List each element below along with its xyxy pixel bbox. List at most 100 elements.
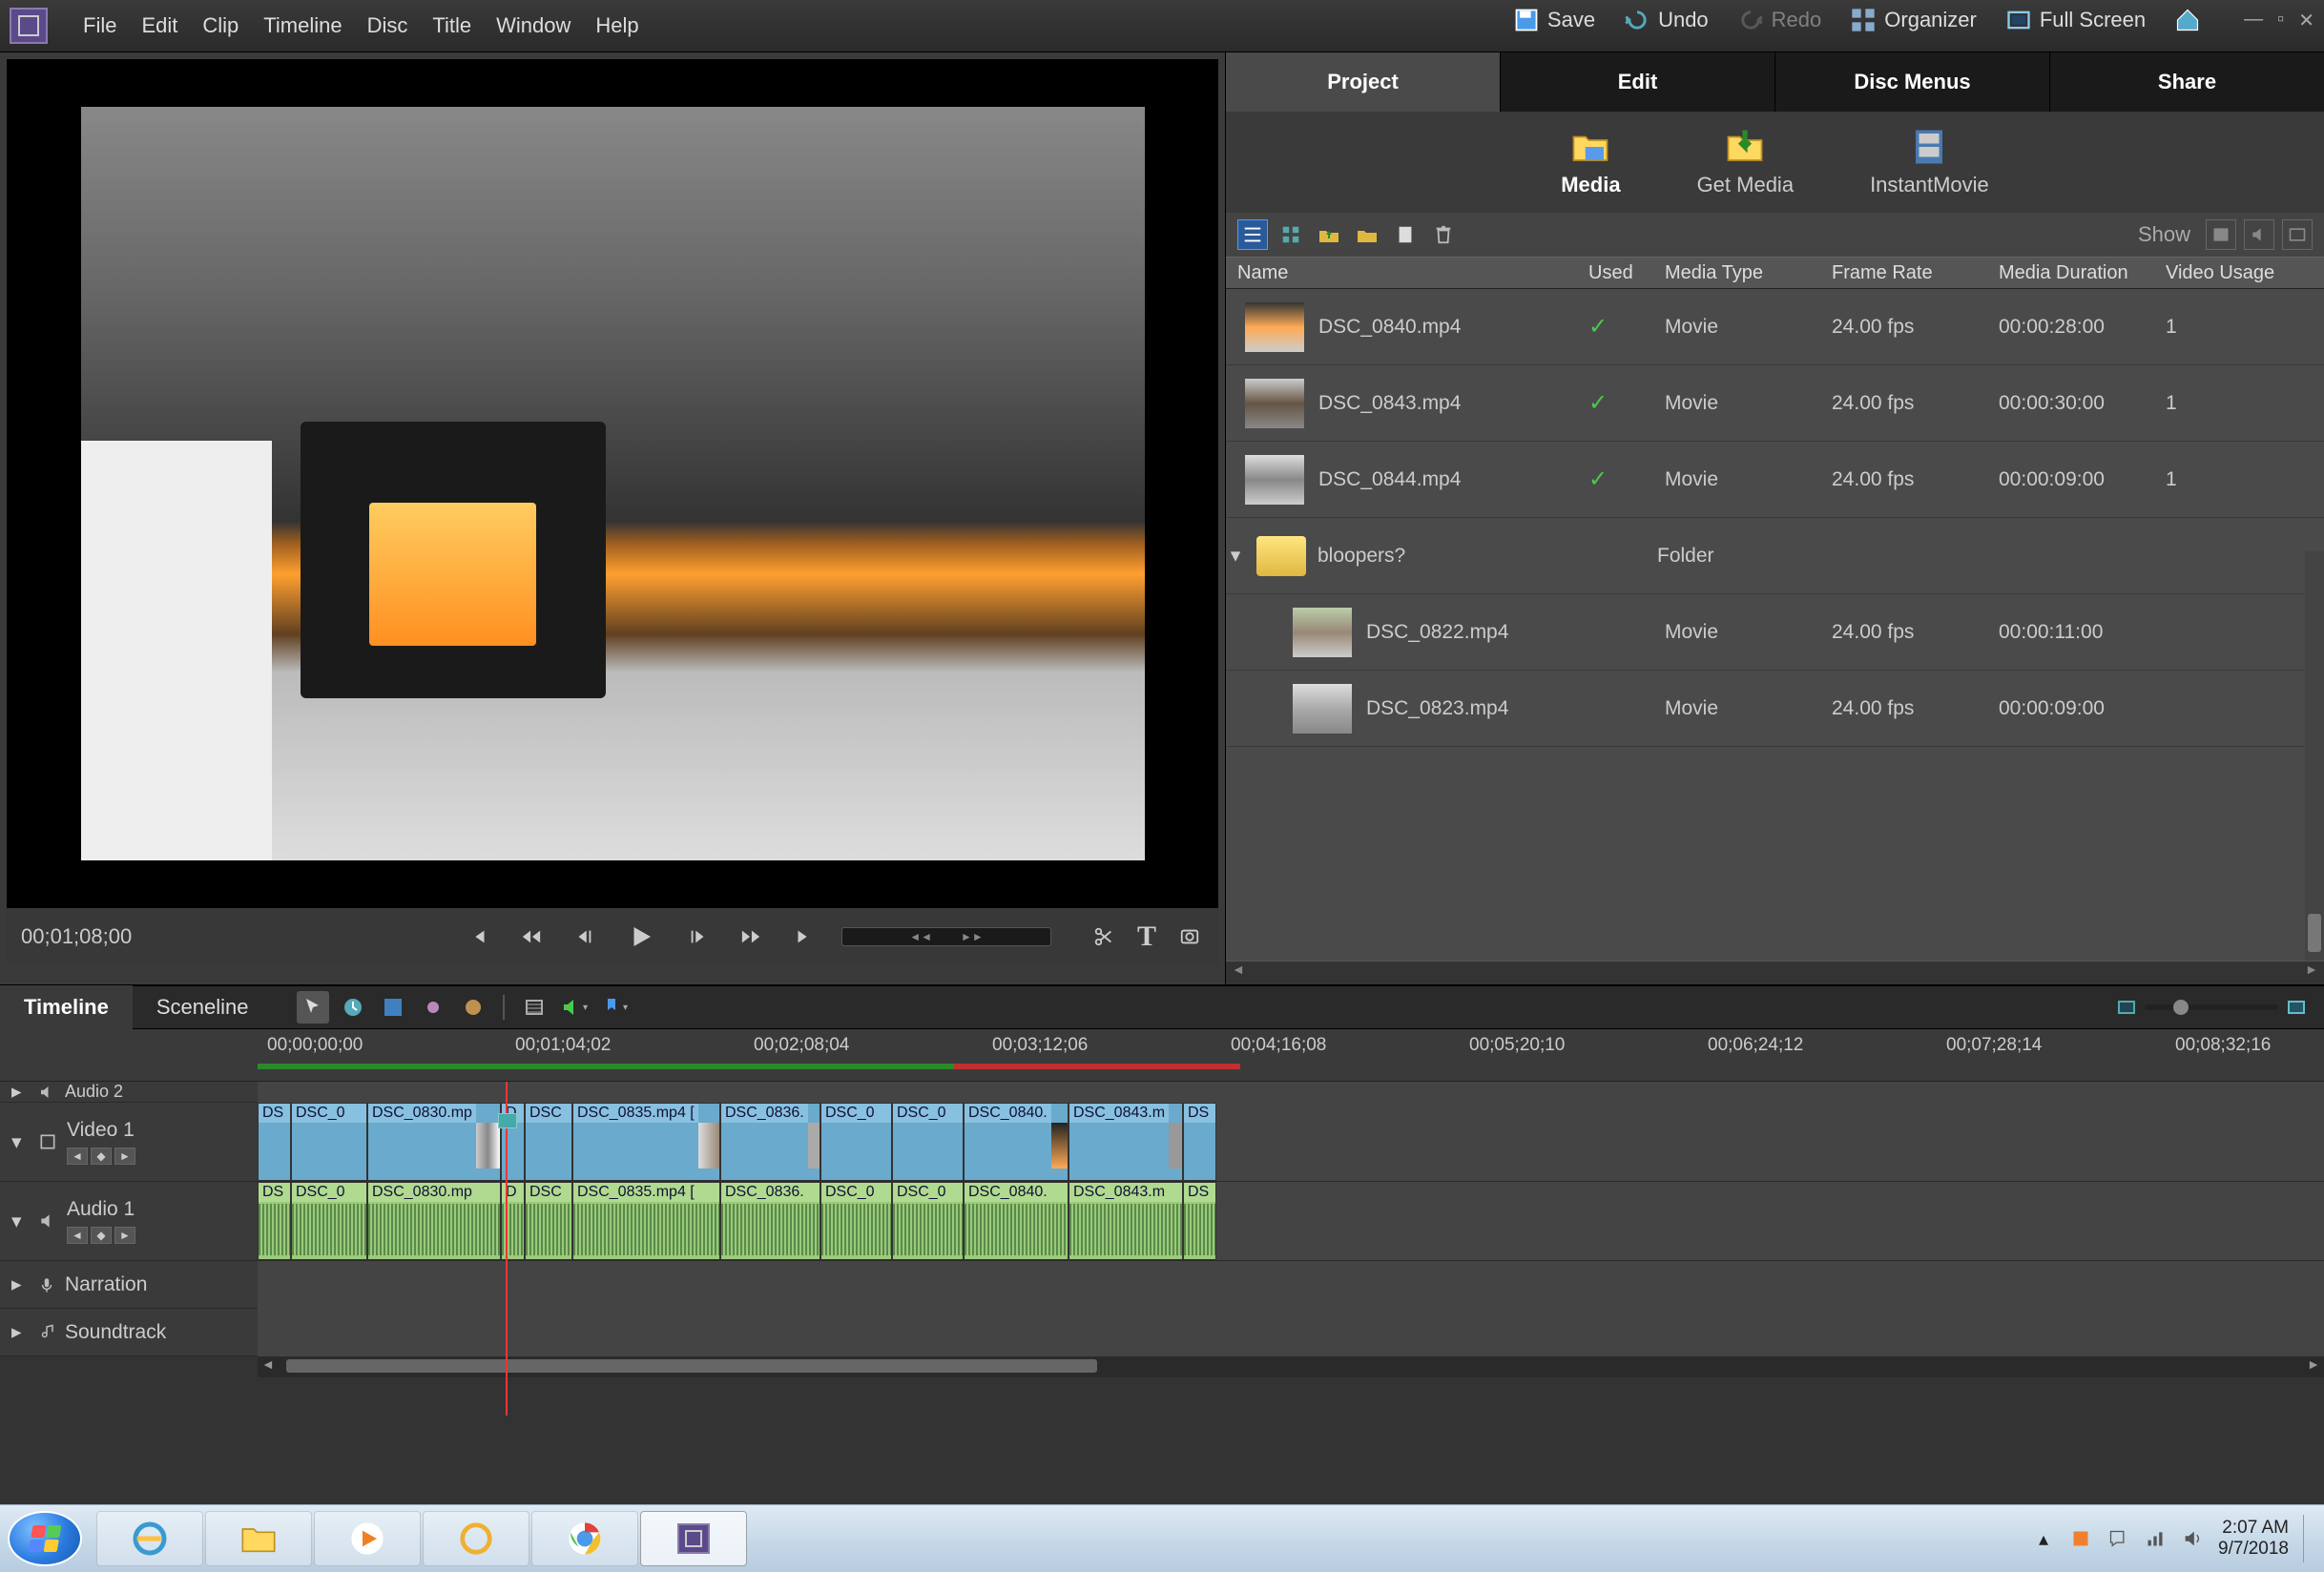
audio-clip[interactable]: DS xyxy=(1183,1182,1216,1260)
menu-clip[interactable]: Clip xyxy=(191,8,250,44)
start-button[interactable] xyxy=(8,1511,82,1566)
show-still-button[interactable] xyxy=(2282,219,2313,250)
undo-button[interactable]: Undo xyxy=(1624,7,1709,33)
new-folder-button[interactable] xyxy=(1352,219,1382,250)
track-content[interactable] xyxy=(258,1309,2324,1356)
tray-clock[interactable]: 2:07 AM 9/7/2018 xyxy=(2218,1518,2289,1560)
track-content[interactable]: DS DSC_0 DSC_0830.mp D DSC DSC_0835.mp4 … xyxy=(258,1182,2324,1260)
playhead[interactable] xyxy=(506,1082,508,1416)
collapse-icon[interactable]: ▾ xyxy=(11,1210,29,1233)
zoom-track[interactable] xyxy=(2145,1004,2278,1010)
video-clip[interactable]: DSC_0 xyxy=(892,1103,964,1181)
audio-clip[interactable]: DSC_0840. xyxy=(964,1182,1069,1260)
properties-tool[interactable] xyxy=(377,991,409,1024)
fastfwd-button[interactable] xyxy=(737,926,765,947)
track-header-video1[interactable]: ▾ Video 1 ◄◆► xyxy=(0,1103,258,1181)
media-row[interactable]: DSC_0844.mp4 ✓ Movie 24.00 fps 00:00:09:… xyxy=(1226,442,2324,518)
audio-clip[interactable]: DSC_0 xyxy=(892,1182,964,1260)
collapse-icon[interactable]: ▾ xyxy=(11,1130,29,1154)
video-monitor[interactable] xyxy=(7,59,1218,908)
split-clip-button[interactable] xyxy=(1089,920,1118,953)
minimize-button[interactable]: — xyxy=(2244,9,2263,32)
add-markers-button[interactable] xyxy=(518,991,550,1024)
video-clip[interactable]: DS xyxy=(258,1103,291,1181)
taskbar-ie[interactable] xyxy=(96,1511,203,1566)
menu-title[interactable]: Title xyxy=(421,8,483,44)
track-content[interactable]: DS DSC_0 DSC_0830.mp D DSC DSC_0835.mp4 … xyxy=(258,1103,2324,1181)
grid-view-button[interactable] xyxy=(1276,219,1306,250)
save-button[interactable]: Save xyxy=(1513,7,1595,33)
video-clip[interactable]: DS xyxy=(1183,1103,1216,1181)
subtab-getmedia[interactable]: Get Media xyxy=(1697,127,1795,197)
audio-clip[interactable]: DSC_0836. xyxy=(720,1182,820,1260)
tab-disc-menus[interactable]: Disc Menus xyxy=(1775,52,2050,112)
audio-mixer-button[interactable]: ▾ xyxy=(558,991,591,1024)
add-title-button[interactable]: T xyxy=(1132,920,1161,953)
organizer-button[interactable]: Organizer xyxy=(1850,7,1977,33)
collapse-icon[interactable]: ▸ xyxy=(11,1320,29,1344)
audio-clip[interactable]: DSC_0835.mp4 [ xyxy=(572,1182,720,1260)
play-button[interactable] xyxy=(622,922,660,951)
media-row[interactable]: DSC_0840.mp4 ✓ Movie 24.00 fps 00:00:28:… xyxy=(1226,289,2324,365)
maximize-button[interactable]: ▫ xyxy=(2277,9,2284,32)
tray-app-icon[interactable] xyxy=(2069,1527,2092,1550)
col-usage[interactable]: Video Usage xyxy=(2166,262,2290,284)
col-dur[interactable]: Media Duration xyxy=(1999,262,2166,284)
time-stretch-tool[interactable] xyxy=(337,991,369,1024)
tab-timeline[interactable]: Timeline xyxy=(0,985,133,1029)
list-view-button[interactable] xyxy=(1237,219,1268,250)
folder-expand-icon[interactable]: ▾ xyxy=(1226,544,1245,568)
col-type[interactable]: Media Type xyxy=(1665,262,1832,284)
new-item-button[interactable] xyxy=(1390,219,1421,250)
work-area-out[interactable] xyxy=(954,1064,1240,1069)
video-clip[interactable]: DSC_0 xyxy=(291,1103,367,1181)
goto-out-button[interactable] xyxy=(789,926,818,947)
track-header-soundtrack[interactable]: ▸ Soundtrack xyxy=(0,1309,258,1355)
col-name[interactable]: Name xyxy=(1226,262,1588,284)
subtab-instantmovie[interactable]: InstantMovie xyxy=(1870,127,1989,197)
redo-button[interactable]: Redo xyxy=(1737,7,1822,33)
audio-clip[interactable]: DSC_0830.mp xyxy=(367,1182,501,1260)
tray-volume-icon[interactable] xyxy=(2181,1527,2204,1550)
video-clip[interactable]: DSC_0840. xyxy=(964,1103,1069,1181)
track-content[interactable] xyxy=(258,1261,2324,1309)
folder-row[interactable]: ▾ bloopers? Folder xyxy=(1226,518,2324,594)
video-clip[interactable]: DSC_0836. xyxy=(720,1103,820,1181)
show-desktop-button[interactable] xyxy=(2303,1515,2316,1562)
close-button[interactable]: ✕ xyxy=(2298,9,2314,32)
home-button[interactable] xyxy=(2174,7,2201,33)
folder-up-button[interactable] xyxy=(1314,219,1344,250)
media-scrollbar[interactable] xyxy=(2305,551,2324,961)
show-video-button[interactable] xyxy=(2206,219,2236,250)
freeze-frame-button[interactable] xyxy=(1175,920,1204,953)
menu-file[interactable]: File xyxy=(72,8,128,44)
menu-help[interactable]: Help xyxy=(584,8,650,44)
menu-timeline[interactable]: Timeline xyxy=(252,8,353,44)
fullscreen-button[interactable]: Full Screen xyxy=(2005,7,2146,33)
collapse-icon[interactable]: ▸ xyxy=(11,1082,29,1104)
video-clip[interactable]: DSC_0830.mp xyxy=(367,1103,501,1181)
taskbar-chrome[interactable] xyxy=(531,1511,638,1566)
taskbar-explorer[interactable] xyxy=(205,1511,312,1566)
rewind-button[interactable] xyxy=(517,926,546,947)
track-header-narration[interactable]: ▸ Narration xyxy=(0,1261,258,1308)
goto-in-button[interactable] xyxy=(465,926,493,947)
track-header-audio1[interactable]: ▾ Audio 1 ◄◆► xyxy=(0,1182,258,1260)
tray-show-hidden[interactable]: ▴ xyxy=(2032,1527,2055,1550)
tab-share[interactable]: Share xyxy=(2050,52,2324,112)
menu-edit[interactable]: Edit xyxy=(130,8,189,44)
audio-clip[interactable]: D xyxy=(501,1182,525,1260)
audio-clip[interactable]: DSC_0 xyxy=(820,1182,892,1260)
tab-edit[interactable]: Edit xyxy=(1501,52,1775,112)
media-row[interactable]: DSC_0843.mp4 ✓ Movie 24.00 fps 00:00:30:… xyxy=(1226,365,2324,442)
marker-menu-button[interactable]: ▾ xyxy=(598,991,631,1024)
tray-network-icon[interactable] xyxy=(2144,1527,2167,1550)
col-used[interactable]: Used xyxy=(1588,262,1665,284)
timeline-hscrollbar[interactable] xyxy=(258,1356,2324,1377)
taskbar-app1[interactable] xyxy=(423,1511,529,1566)
media-hscrollbar[interactable] xyxy=(1226,961,2324,984)
video-clip[interactable]: DSC_0 xyxy=(820,1103,892,1181)
smart-trim-tool[interactable] xyxy=(417,991,449,1024)
cookie-tool[interactable] xyxy=(457,991,489,1024)
tab-sceneline[interactable]: Sceneline xyxy=(133,985,273,1029)
